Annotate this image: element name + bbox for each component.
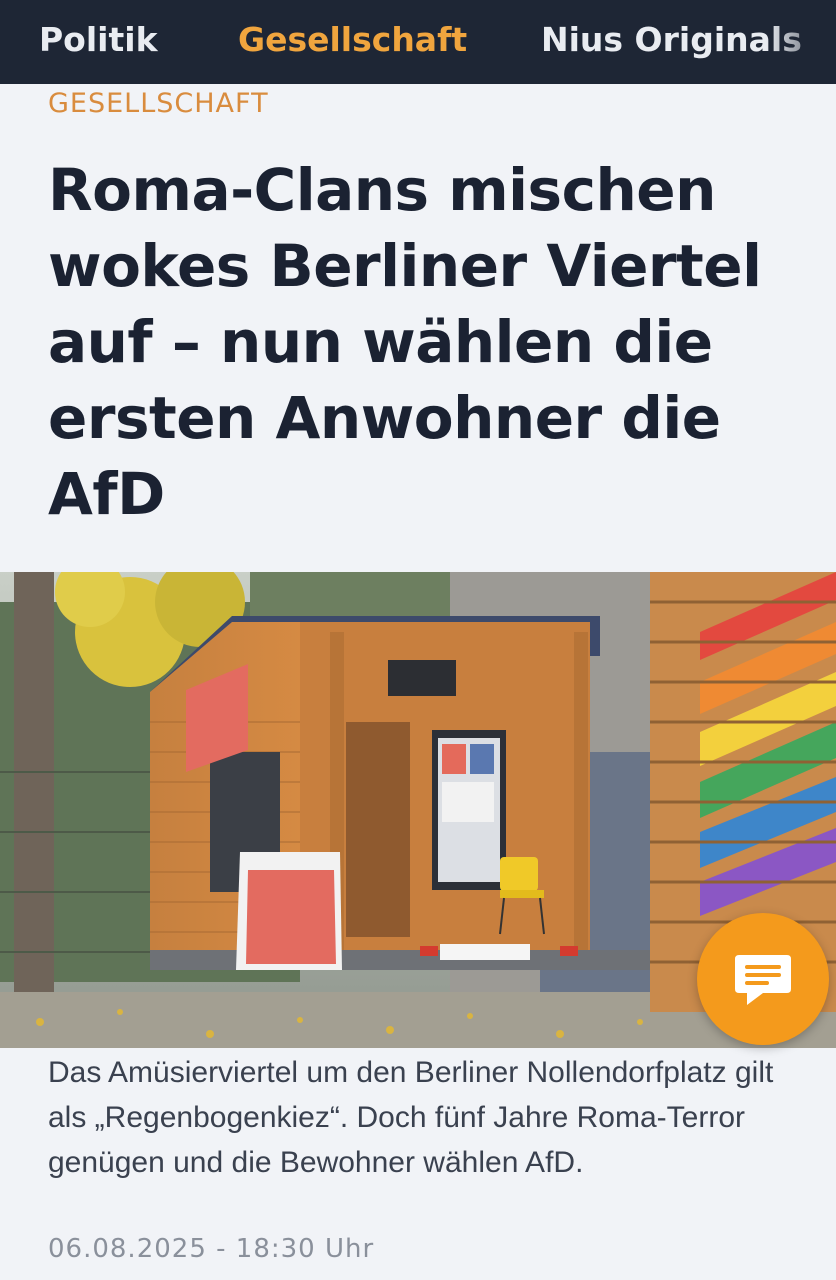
nav-item-nius-originals[interactable]: Nius Originals [541, 14, 802, 66]
article-teaser: Das Amüsierviertel um den Berliner Nolle… [48, 1056, 774, 1179]
nav-item-politik[interactable]: Politik [39, 14, 158, 66]
chat-bubble-icon [735, 955, 791, 1005]
comments-button[interactable] [697, 913, 829, 1045]
article-category[interactable]: GESELLSCHAFT [48, 88, 269, 119]
nav-item-gesellschaft[interactable]: Gesellschaft [238, 14, 467, 66]
top-navigation: Politik Gesellschaft Nius Originals [0, 0, 836, 84]
article-date: 06.08.2025 - 18:30 Uhr [48, 1234, 375, 1264]
article-headline: Roma-Clans mischen wokes Berliner Vierte… [48, 156, 762, 528]
